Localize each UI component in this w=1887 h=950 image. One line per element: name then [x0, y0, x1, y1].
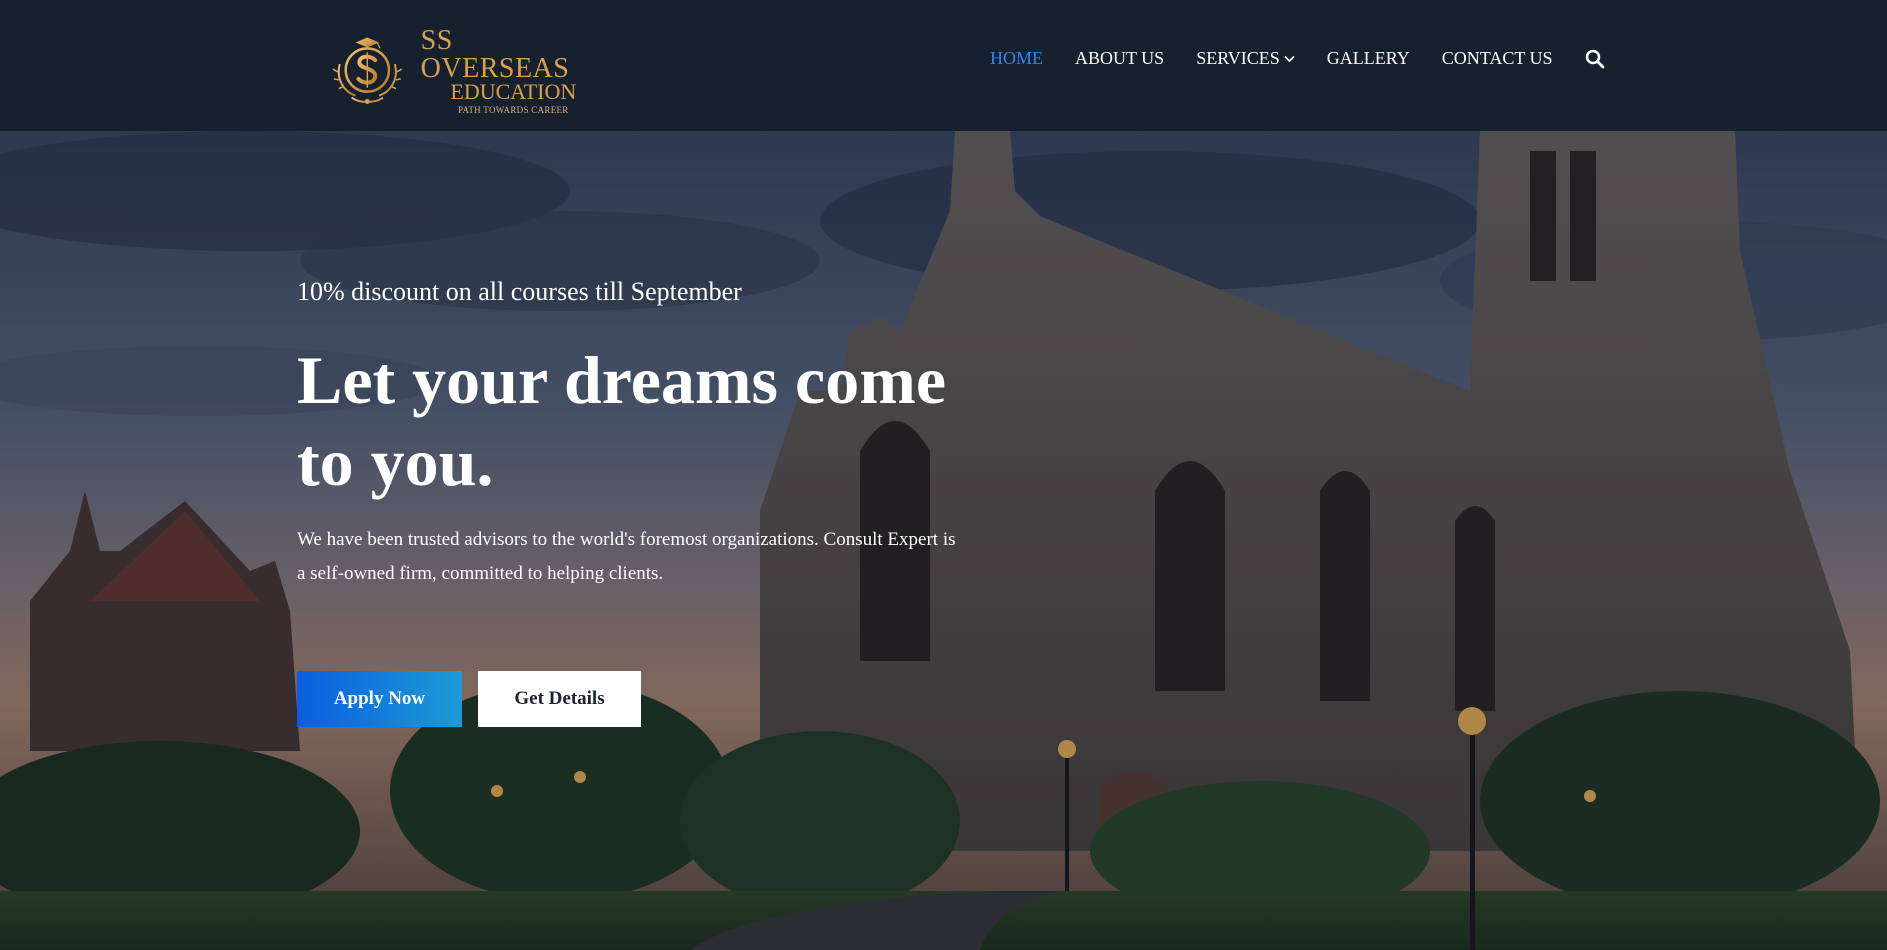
nav-contact-us[interactable]: CONTACT US	[1442, 48, 1553, 69]
hero-headline: Let your dreams come to you.	[297, 342, 947, 500]
logo-wordmark: SS OVERSEAS EDUCATION PATH TOWARDS CAREE…	[421, 27, 606, 115]
nav-about-us[interactable]: ABOUT US	[1075, 48, 1164, 69]
main-nav: HOME ABOUT US SERVICES GALLERY CONTACT U…	[990, 48, 1605, 69]
nav-home[interactable]: HOME	[990, 48, 1043, 69]
apply-now-button[interactable]: Apply Now	[297, 671, 462, 727]
hero-description: We have been trusted advisors to the wor…	[297, 529, 956, 584]
logo-emblem-icon	[332, 37, 403, 104]
hero-section: 10% discount on all courses till Septemb…	[0, 131, 1887, 950]
navbar: SS OVERSEAS EDUCATION PATH TOWARDS CAREE…	[0, 0, 1887, 131]
search-icon[interactable]	[1585, 49, 1605, 69]
nav-services[interactable]: SERVICES	[1196, 48, 1295, 69]
brand-name-line1: SS OVERSEAS	[420, 25, 570, 84]
site-logo[interactable]: SS OVERSEAS EDUCATION PATH TOWARDS CAREE…	[326, 27, 606, 115]
promo-text: 10% discount on all courses till Septemb…	[297, 277, 742, 306]
brand-tagline: PATH TOWARDS CAREER	[458, 105, 569, 115]
get-details-button[interactable]: Get Details	[478, 671, 641, 727]
brand-name-line2: EDUCATION	[450, 79, 577, 104]
nav-gallery[interactable]: GALLERY	[1327, 48, 1410, 69]
chevron-down-icon	[1284, 55, 1295, 62]
nav-services-label: SERVICES	[1196, 48, 1280, 68]
